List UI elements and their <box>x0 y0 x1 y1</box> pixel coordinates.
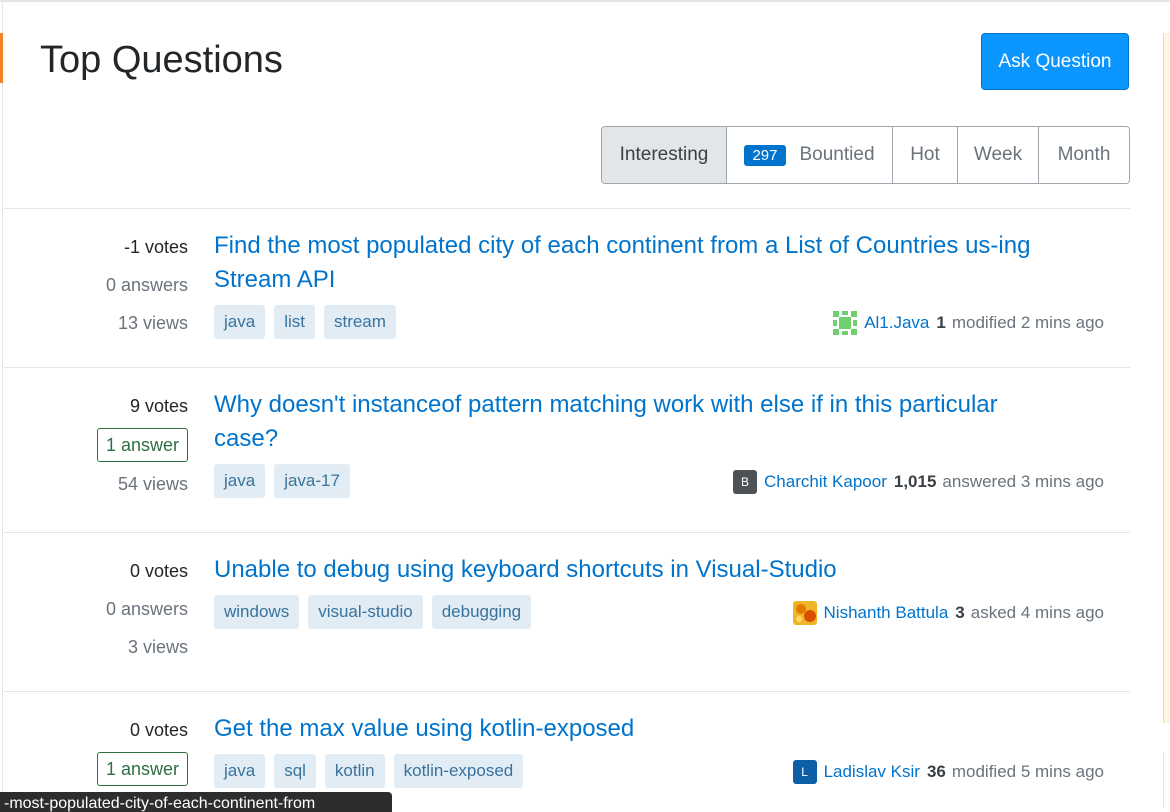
tab-interesting-label: Interesting <box>619 144 709 165</box>
divider <box>4 532 1130 533</box>
tab-bountied[interactable]: 297 Bountied <box>727 127 893 183</box>
tab-week-label: Week <box>973 144 1023 165</box>
user-reputation: 1 <box>936 313 946 332</box>
vote-count: 0 votes <box>129 720 188 740</box>
tag-list: java sql kotlin kotlin-exposed <box>214 754 524 788</box>
question-stats: 9 votes 1 answer 54 views <box>96 387 188 503</box>
question-stats: 0 votes 0 answers 3 views <box>106 552 188 666</box>
question-title-link[interactable]: Get the max value using kotlin-exposed <box>214 712 1064 746</box>
view-count: 13 views <box>117 313 188 333</box>
tag[interactable]: java <box>214 305 266 339</box>
user-reputation: 3 <box>955 603 965 622</box>
identicon-icon <box>833 311 858 335</box>
activity-time: answered 3 mins ago <box>942 472 1104 491</box>
tab-bountied-label: Bountied <box>799 144 875 165</box>
divider <box>4 208 1130 209</box>
user-name-link[interactable]: Charchit Kapoor <box>764 472 887 492</box>
answer-count: 1 answer <box>96 752 188 786</box>
tag[interactable]: kotlin-exposed <box>393 754 524 788</box>
tag[interactable]: list <box>274 305 315 339</box>
vote-count: -1 votes <box>123 237 188 257</box>
activity-time: modified 5 mins ago <box>951 762 1104 781</box>
tag[interactable]: debugging <box>431 595 532 629</box>
answer-count: 0 answers <box>105 599 188 619</box>
divider <box>4 691 1130 692</box>
tab-month[interactable]: Month <box>1039 127 1129 183</box>
tab-month-label: Month <box>1057 144 1111 165</box>
tag[interactable]: java <box>214 464 266 498</box>
user-card: B Charchit Kapoor 1,015 answered 3 mins … <box>733 470 1104 494</box>
user-photo-icon <box>792 601 817 625</box>
vote-count: 0 votes <box>129 561 188 581</box>
avatar[interactable] <box>833 311 858 335</box>
tag[interactable]: kotlin <box>324 754 385 788</box>
tag[interactable]: java-17 <box>274 464 350 498</box>
question-title-link[interactable]: Unable to debug using keyboard shortcuts… <box>214 553 1064 587</box>
view-count: 3 views <box>127 637 188 657</box>
question-title-link[interactable]: Find the most populated city of each con… <box>214 229 1064 297</box>
tag[interactable]: visual-studio <box>308 595 423 629</box>
tag-list: java list stream <box>214 305 396 339</box>
tag[interactable]: java <box>214 754 266 788</box>
user-name-link[interactable]: Nishanth Battula <box>824 603 949 623</box>
activity-time: asked 4 mins ago <box>970 603 1104 622</box>
answer-count: 1 answer <box>96 428 188 462</box>
left-border <box>2 0 3 808</box>
tag[interactable]: sql <box>274 754 316 788</box>
avatar[interactable]: L <box>792 760 817 784</box>
active-nav-indicator <box>0 33 3 83</box>
tag[interactable]: windows <box>214 595 300 629</box>
tab-hot[interactable]: Hot <box>893 127 958 183</box>
user-reputation: 36 <box>926 762 946 781</box>
question-stats: 0 votes 1 answer <box>96 711 188 789</box>
question-stats: -1 votes 0 answers 13 views <box>106 228 188 342</box>
top-border <box>0 0 1170 2</box>
user-card: L Ladislav Ksir 36 modified 5 mins ago <box>792 760 1104 784</box>
user-name-link[interactable]: Ladislav Ksir <box>824 762 920 782</box>
avatar[interactable] <box>792 601 817 625</box>
user-name-link[interactable]: Al1.Java <box>864 313 929 333</box>
answer-count: 0 answers <box>105 275 188 295</box>
tab-hot-label: Hot <box>910 144 940 165</box>
tab-interesting[interactable]: Interesting <box>602 127 727 183</box>
question-filter-tabs: Interesting 297 Bountied Hot Week Month <box>601 126 1130 184</box>
ask-question-button[interactable]: Ask Question <box>981 33 1129 90</box>
sidebar-widget-edge-2 <box>1163 752 1170 808</box>
page-title: Top Questions <box>40 39 283 81</box>
vote-count: 9 votes <box>129 396 188 416</box>
divider <box>4 367 1130 368</box>
tab-week[interactable]: Week <box>958 127 1039 183</box>
activity-time: modified 2 mins ago <box>951 313 1104 332</box>
user-reputation: 1,015 <box>893 472 937 491</box>
avatar[interactable]: B <box>733 470 758 494</box>
tag-list: windows visual-studio debugging <box>214 595 532 629</box>
tag[interactable]: stream <box>323 305 396 339</box>
tag-list: java java-17 <box>214 464 350 498</box>
view-count: 54 views <box>117 474 188 494</box>
question-title-link[interactable]: Why doesn't instanceof pattern matching … <box>214 388 1064 456</box>
user-card: Nishanth Battula 3 asked 4 mins ago <box>792 601 1104 625</box>
sidebar-widget-edge <box>1163 33 1170 723</box>
bounty-count-badge: 297 <box>744 144 786 166</box>
link-status-bar: -most-populated-city-of-each-continent-f… <box>0 792 392 812</box>
user-card: Al1.Java 1 modified 2 mins ago <box>833 311 1104 335</box>
